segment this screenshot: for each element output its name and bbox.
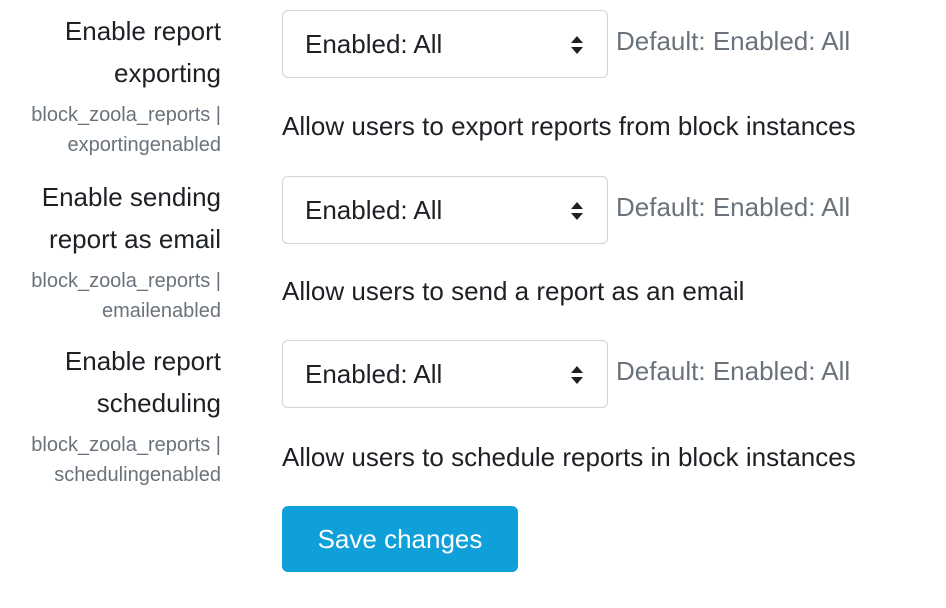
setting-title-line: Enable report [64, 16, 221, 46]
setting-key-plugin: block_zoola_reports | [31, 270, 221, 292]
setting-title-line: Enable sending [41, 182, 221, 212]
chevron-up-down-icon [571, 366, 583, 384]
setting-title-line: exporting [114, 58, 221, 88]
schedulingenabled-select[interactable]: Enabled: All [282, 340, 608, 408]
setting-description: Allow users to send a report as an email [282, 276, 745, 306]
setting-key-plugin: block_zoola_reports | [31, 104, 221, 126]
select-value: Enabled: All [305, 29, 443, 59]
setting-description: Allow users to export reports from block… [282, 111, 856, 141]
chevron-up-down-icon [571, 202, 583, 220]
setting-key-name: exportingenabled [67, 134, 221, 156]
emailenabled-select[interactable]: Enabled: All [282, 176, 608, 244]
setting-label: Enable report exporting block_zoola_repo… [0, 10, 221, 160]
select-value: Enabled: All [305, 195, 443, 225]
setting-key-plugin: block_zoola_reports | [31, 434, 221, 456]
admin-settings-page: Enable report exporting block_zoola_repo… [0, 0, 946, 608]
setting-key: block_zoola_reports | exportingenabled [0, 100, 221, 160]
setting-key-name: emailenabled [102, 300, 221, 322]
setting-key-name: schedulingenabled [54, 464, 221, 486]
save-changes-button[interactable]: Save changes [282, 506, 518, 572]
setting-title-line: Enable report [64, 346, 221, 376]
setting-description: Allow users to schedule reports in block… [282, 442, 856, 472]
default-value: Default: Enabled: All [616, 26, 851, 56]
chevron-up-down-icon [571, 36, 583, 54]
setting-label: Enable report scheduling block_zoola_rep… [0, 340, 221, 490]
setting-title-line: report as email [49, 224, 221, 254]
setting-title-line: scheduling [96, 388, 221, 418]
setting-label: Enable sending report as email block_zoo… [0, 176, 221, 326]
select-value: Enabled: All [305, 359, 443, 389]
default-value: Default: Enabled: All [616, 192, 851, 222]
exportingenabled-select[interactable]: Enabled: All [282, 10, 608, 78]
setting-key: block_zoola_reports | schedulingenabled [0, 430, 221, 490]
default-value: Default: Enabled: All [616, 356, 851, 386]
setting-key: block_zoola_reports | emailenabled [0, 266, 221, 326]
